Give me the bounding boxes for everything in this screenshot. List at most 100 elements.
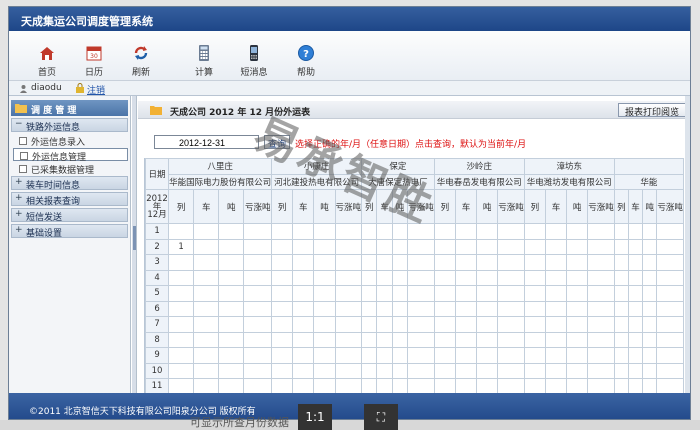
cell[interactable]: [361, 285, 378, 302]
cell[interactable]: [391, 300, 409, 317]
cell[interactable]: [476, 378, 499, 393]
message-button[interactable]: 短消息: [234, 44, 274, 78]
table-row[interactable]: 21: [145, 238, 684, 255]
cell[interactable]: [193, 362, 220, 379]
cell[interactable]: [391, 238, 409, 255]
cell[interactable]: [168, 223, 195, 240]
cell[interactable]: [271, 316, 294, 333]
cell[interactable]: [476, 300, 499, 317]
calculator-button[interactable]: 计算: [184, 44, 224, 78]
cell[interactable]: [334, 300, 363, 317]
cell[interactable]: [313, 254, 336, 271]
cell[interactable]: [376, 269, 393, 286]
cell[interactable]: [627, 285, 644, 302]
table-row[interactable]: 4: [145, 269, 684, 286]
cell[interactable]: [271, 331, 294, 348]
cell[interactable]: [566, 223, 589, 240]
cell[interactable]: [361, 331, 378, 348]
cell[interactable]: [243, 238, 273, 255]
cell[interactable]: [613, 378, 629, 393]
cell[interactable]: [476, 223, 499, 240]
cell[interactable]: [193, 316, 220, 333]
cell[interactable]: [544, 285, 568, 302]
cell[interactable]: [376, 316, 393, 333]
cell[interactable]: [523, 378, 546, 393]
cell[interactable]: [587, 378, 615, 393]
cell[interactable]: [544, 254, 568, 271]
cell[interactable]: [193, 285, 220, 302]
cell[interactable]: [407, 316, 435, 333]
cell[interactable]: [627, 300, 644, 317]
cell[interactable]: [656, 223, 684, 240]
cell[interactable]: [218, 223, 245, 240]
cell[interactable]: [292, 331, 315, 348]
cell[interactable]: [433, 316, 456, 333]
table-row[interactable]: 3: [145, 254, 684, 271]
cell[interactable]: [454, 223, 478, 240]
cell[interactable]: [642, 269, 658, 286]
sidebar-splitter[interactable]: [132, 96, 137, 393]
cell[interactable]: [454, 316, 478, 333]
cell[interactable]: [313, 238, 336, 255]
cell[interactable]: [243, 269, 273, 286]
cell[interactable]: [271, 285, 294, 302]
cell[interactable]: [497, 300, 525, 317]
cell[interactable]: [391, 331, 409, 348]
cell[interactable]: [168, 362, 195, 379]
cell[interactable]: [243, 254, 273, 271]
cell[interactable]: [497, 378, 525, 393]
table-row[interactable]: 1: [145, 223, 684, 240]
cell[interactable]: [168, 285, 195, 302]
cell[interactable]: [613, 285, 629, 302]
cell[interactable]: [361, 223, 378, 240]
cell[interactable]: [218, 316, 245, 333]
cell[interactable]: [243, 300, 273, 317]
cell[interactable]: [627, 378, 644, 393]
cell[interactable]: [433, 223, 456, 240]
cell[interactable]: [497, 223, 525, 240]
cell[interactable]: [476, 362, 499, 379]
cell[interactable]: [391, 269, 409, 286]
cell[interactable]: [391, 316, 409, 333]
help-button[interactable]: ? 帮助: [286, 44, 326, 78]
cell[interactable]: [627, 362, 644, 379]
cell[interactable]: [168, 254, 195, 271]
cell[interactable]: [433, 347, 456, 364]
cell[interactable]: [313, 362, 336, 379]
cell[interactable]: [544, 238, 568, 255]
cell[interactable]: [168, 300, 195, 317]
cell[interactable]: [407, 378, 435, 393]
cell[interactable]: [566, 238, 589, 255]
cell[interactable]: [193, 300, 220, 317]
cell[interactable]: [407, 362, 435, 379]
sidebar-item-shipping-manage[interactable]: 外运信息管理: [13, 148, 128, 163]
cell[interactable]: [476, 316, 499, 333]
cell[interactable]: [292, 285, 315, 302]
cell[interactable]: [313, 269, 336, 286]
cell[interactable]: [193, 269, 220, 286]
cell[interactable]: [627, 316, 644, 333]
cell[interactable]: [433, 238, 456, 255]
cell[interactable]: [642, 362, 658, 379]
refresh-button[interactable]: 刷新: [121, 44, 161, 78]
cell[interactable]: [168, 378, 195, 393]
cell[interactable]: [243, 347, 273, 364]
cell[interactable]: [271, 347, 294, 364]
cell[interactable]: [243, 316, 273, 333]
fit-screen-button[interactable]: ⛶: [364, 404, 398, 430]
cell[interactable]: [292, 300, 315, 317]
cell[interactable]: [168, 347, 195, 364]
cell[interactable]: [243, 331, 273, 348]
cell[interactable]: [168, 316, 195, 333]
cell[interactable]: [613, 269, 629, 286]
cell[interactable]: [454, 238, 478, 255]
query-button[interactable]: 查询: [264, 135, 290, 150]
cell[interactable]: [292, 238, 315, 255]
cell[interactable]: [656, 316, 684, 333]
table-row[interactable]: 6: [145, 300, 684, 317]
cell[interactable]: [544, 331, 568, 348]
cell[interactable]: [407, 269, 435, 286]
cell[interactable]: [587, 362, 615, 379]
cell[interactable]: [218, 254, 245, 271]
cell[interactable]: [627, 331, 644, 348]
